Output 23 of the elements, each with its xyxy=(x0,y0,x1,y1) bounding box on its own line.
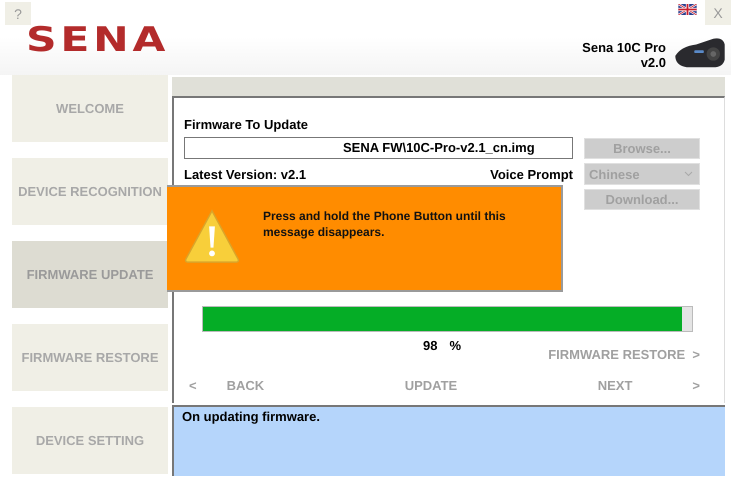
status-message: On updating firmware. xyxy=(182,409,320,424)
flag-icon[interactable] xyxy=(678,4,697,15)
latest-version-label: Latest Version: v2.1 xyxy=(184,166,306,182)
sidebar-item[interactable]: WELCOME xyxy=(12,75,168,142)
next-arrow-icon[interactable]: > xyxy=(692,378,700,393)
product-version: v2.0 xyxy=(640,55,666,70)
help-button[interactable]: ? xyxy=(5,2,31,25)
sidebar-item[interactable]: DEVICE RECOGNITION xyxy=(12,158,168,225)
product-name: Sena 10C Pro xyxy=(582,40,666,55)
voice-prompt-label: Voice Prompt xyxy=(490,166,573,182)
alert-message: Press and hold the Phone Button until this message disappears. xyxy=(263,208,507,240)
sidebar-item[interactable]: DEVICE SETTING xyxy=(12,407,168,474)
chevron-down-icon xyxy=(684,171,693,177)
sidebar-item[interactable]: FIRMWARE RESTORE xyxy=(12,324,168,391)
sidebar-item[interactable]: FIRMWARE UPDATE xyxy=(12,241,168,308)
progress-value: 98 xyxy=(422,338,438,353)
firmware-label: Firmware To Update xyxy=(184,117,310,132)
back-arrow-icon[interactable]: < xyxy=(189,378,197,393)
warning-icon xyxy=(183,207,241,265)
close-button[interactable]: X xyxy=(705,0,731,25)
file-path-field[interactable]: SENA FW\10C-Pro-v2.1_cn.img xyxy=(184,137,573,159)
logo: SENA xyxy=(26,25,170,55)
percent-sign: % xyxy=(449,338,462,353)
